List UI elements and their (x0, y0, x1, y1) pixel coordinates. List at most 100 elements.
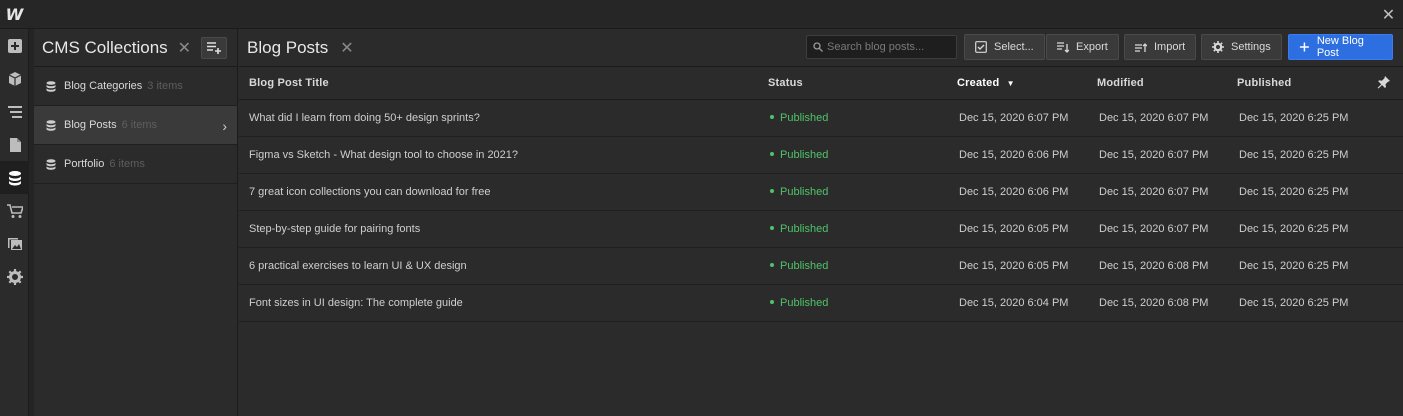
status-dot (770, 189, 774, 194)
status-text: Published (780, 149, 829, 161)
collection-item-portfolio[interactable]: Portfolio 6 items (34, 145, 237, 184)
database-icon (46, 80, 56, 92)
column-status[interactable]: Status (768, 77, 803, 89)
top-bar: W ✕ (0, 0, 1403, 29)
modified-date: Dec 15, 2020 6:07 PM (1099, 112, 1209, 124)
column-published[interactable]: Published (1237, 77, 1291, 89)
new-blog-post-button[interactable]: New Blog Post (1288, 34, 1393, 60)
created-date: Dec 15, 2020 6:05 PM (959, 223, 1069, 235)
import-icon (1135, 43, 1147, 52)
add-collection-icon (207, 42, 221, 54)
status-badge: Published (770, 112, 828, 124)
ecommerce-button[interactable] (0, 194, 29, 227)
status-dot (770, 226, 774, 231)
status-badge: Published (770, 297, 828, 309)
table-body: What did I learn from doing 50+ design s… (239, 100, 1403, 322)
collection-item-blog-categories[interactable]: Blog Categories 3 items (34, 67, 237, 106)
status-text: Published (780, 223, 829, 235)
close-collections-button[interactable]: ✕ (178, 38, 191, 58)
post-title: 7 great icon collections you can downloa… (249, 186, 491, 198)
navigator-icon (7, 105, 22, 118)
status-badge: Published (770, 149, 828, 161)
published-date: Dec 15, 2020 6:25 PM (1239, 260, 1349, 272)
collection-name: Blog Posts (64, 119, 117, 131)
assets-icon (7, 237, 22, 250)
status-badge: Published (770, 260, 828, 272)
post-title: Step-by-step guide for pairing fonts (249, 223, 421, 235)
column-created[interactable]: Created ▼ (957, 77, 1015, 89)
column-title[interactable]: Blog Post Title (249, 77, 329, 89)
table-row[interactable]: What did I learn from doing 50+ design s… (239, 100, 1403, 137)
settings-button[interactable]: Settings (1201, 34, 1282, 60)
collection-count: 6 items (109, 158, 145, 170)
search-icon (813, 42, 823, 52)
close-collection-button[interactable]: ✕ (340, 38, 353, 58)
created-date: Dec 15, 2020 6:06 PM (959, 149, 1069, 161)
collection-name: Blog Categories (64, 80, 143, 92)
settings-icon (6, 268, 23, 285)
created-date: Dec 15, 2020 6:06 PM (959, 186, 1069, 198)
webflow-logo[interactable]: W (0, 0, 29, 29)
status-dot (770, 300, 774, 305)
status-dot (770, 263, 774, 268)
import-label: Import (1154, 41, 1186, 53)
import-button[interactable]: Import (1124, 34, 1197, 60)
new-blog-post-label: New Blog Post (1316, 35, 1364, 59)
table-row[interactable]: Step-by-step guide for pairing fonts Pub… (239, 211, 1403, 248)
modified-date: Dec 15, 2020 6:07 PM (1099, 186, 1209, 198)
published-date: Dec 15, 2020 6:25 PM (1239, 223, 1349, 235)
add-panel-icon (7, 38, 22, 53)
navigator-button[interactable] (0, 95, 29, 128)
sort-down-icon: ▼ (1006, 79, 1015, 88)
published-date: Dec 15, 2020 6:25 PM (1239, 297, 1349, 309)
export-icon (1057, 42, 1069, 53)
published-date: Dec 15, 2020 6:25 PM (1239, 112, 1349, 124)
add-panel-button[interactable] (0, 29, 29, 62)
collection-title: Blog Posts (247, 37, 329, 57)
collection-panel: Blog Posts ✕ Select... Export Import Set… (239, 29, 1403, 416)
search-input[interactable] (827, 41, 952, 53)
collections-sidebar: CMS Collections ✕ Blog Categories 3 item… (34, 29, 238, 416)
close-cms-button[interactable]: ✕ (1374, 0, 1403, 29)
modified-date: Dec 15, 2020 6:08 PM (1099, 297, 1209, 309)
search-box[interactable] (806, 35, 957, 59)
modified-date: Dec 15, 2020 6:07 PM (1099, 223, 1209, 235)
export-label: Export (1076, 41, 1108, 53)
checkbox-icon (975, 41, 987, 53)
database-icon (46, 158, 56, 170)
assets-button[interactable] (0, 227, 29, 260)
database-icon (46, 119, 56, 131)
status-badge: Published (770, 186, 828, 198)
column-modified[interactable]: Modified (1097, 77, 1144, 89)
status-text: Published (780, 260, 829, 272)
table-row[interactable]: 7 great icon collections you can downloa… (239, 174, 1403, 211)
status-dot (770, 115, 774, 120)
plus-icon (1299, 42, 1309, 52)
add-collection-button[interactable] (201, 37, 227, 59)
table-row[interactable]: Figma vs Sketch - What design tool to ch… (239, 137, 1403, 174)
collection-count: 3 items (147, 80, 183, 92)
post-title: Figma vs Sketch - What design tool to ch… (249, 149, 519, 161)
symbols-button[interactable] (0, 62, 29, 95)
table-row[interactable]: Font sizes in UI design: The complete gu… (239, 285, 1403, 322)
gear-icon (1212, 41, 1224, 53)
status-text: Published (780, 112, 829, 124)
post-title: What did I learn from doing 50+ design s… (249, 112, 480, 124)
cube-icon (8, 71, 21, 86)
ecommerce-icon (6, 203, 23, 218)
left-toolbar (0, 29, 29, 416)
collection-item-blog-posts[interactable]: Blog Posts 6 items › (34, 106, 237, 145)
cms-icon (8, 170, 21, 185)
chevron-right-icon: › (222, 118, 227, 134)
post-title: Font sizes in UI design: The complete gu… (249, 297, 463, 309)
table-header: Blog Post Title Status Created ▼ Modifie… (239, 67, 1403, 100)
settings-rail-button[interactable] (0, 260, 29, 293)
table-row[interactable]: 6 practical exercises to learn UI & UX d… (239, 248, 1403, 285)
modified-date: Dec 15, 2020 6:08 PM (1099, 260, 1209, 272)
cms-button[interactable] (0, 161, 29, 194)
pin-icon[interactable] (1377, 75, 1391, 89)
pages-button[interactable] (0, 128, 29, 161)
select-button[interactable]: Select... (964, 34, 1045, 60)
export-button[interactable]: Export (1046, 34, 1119, 60)
status-text: Published (780, 186, 829, 198)
